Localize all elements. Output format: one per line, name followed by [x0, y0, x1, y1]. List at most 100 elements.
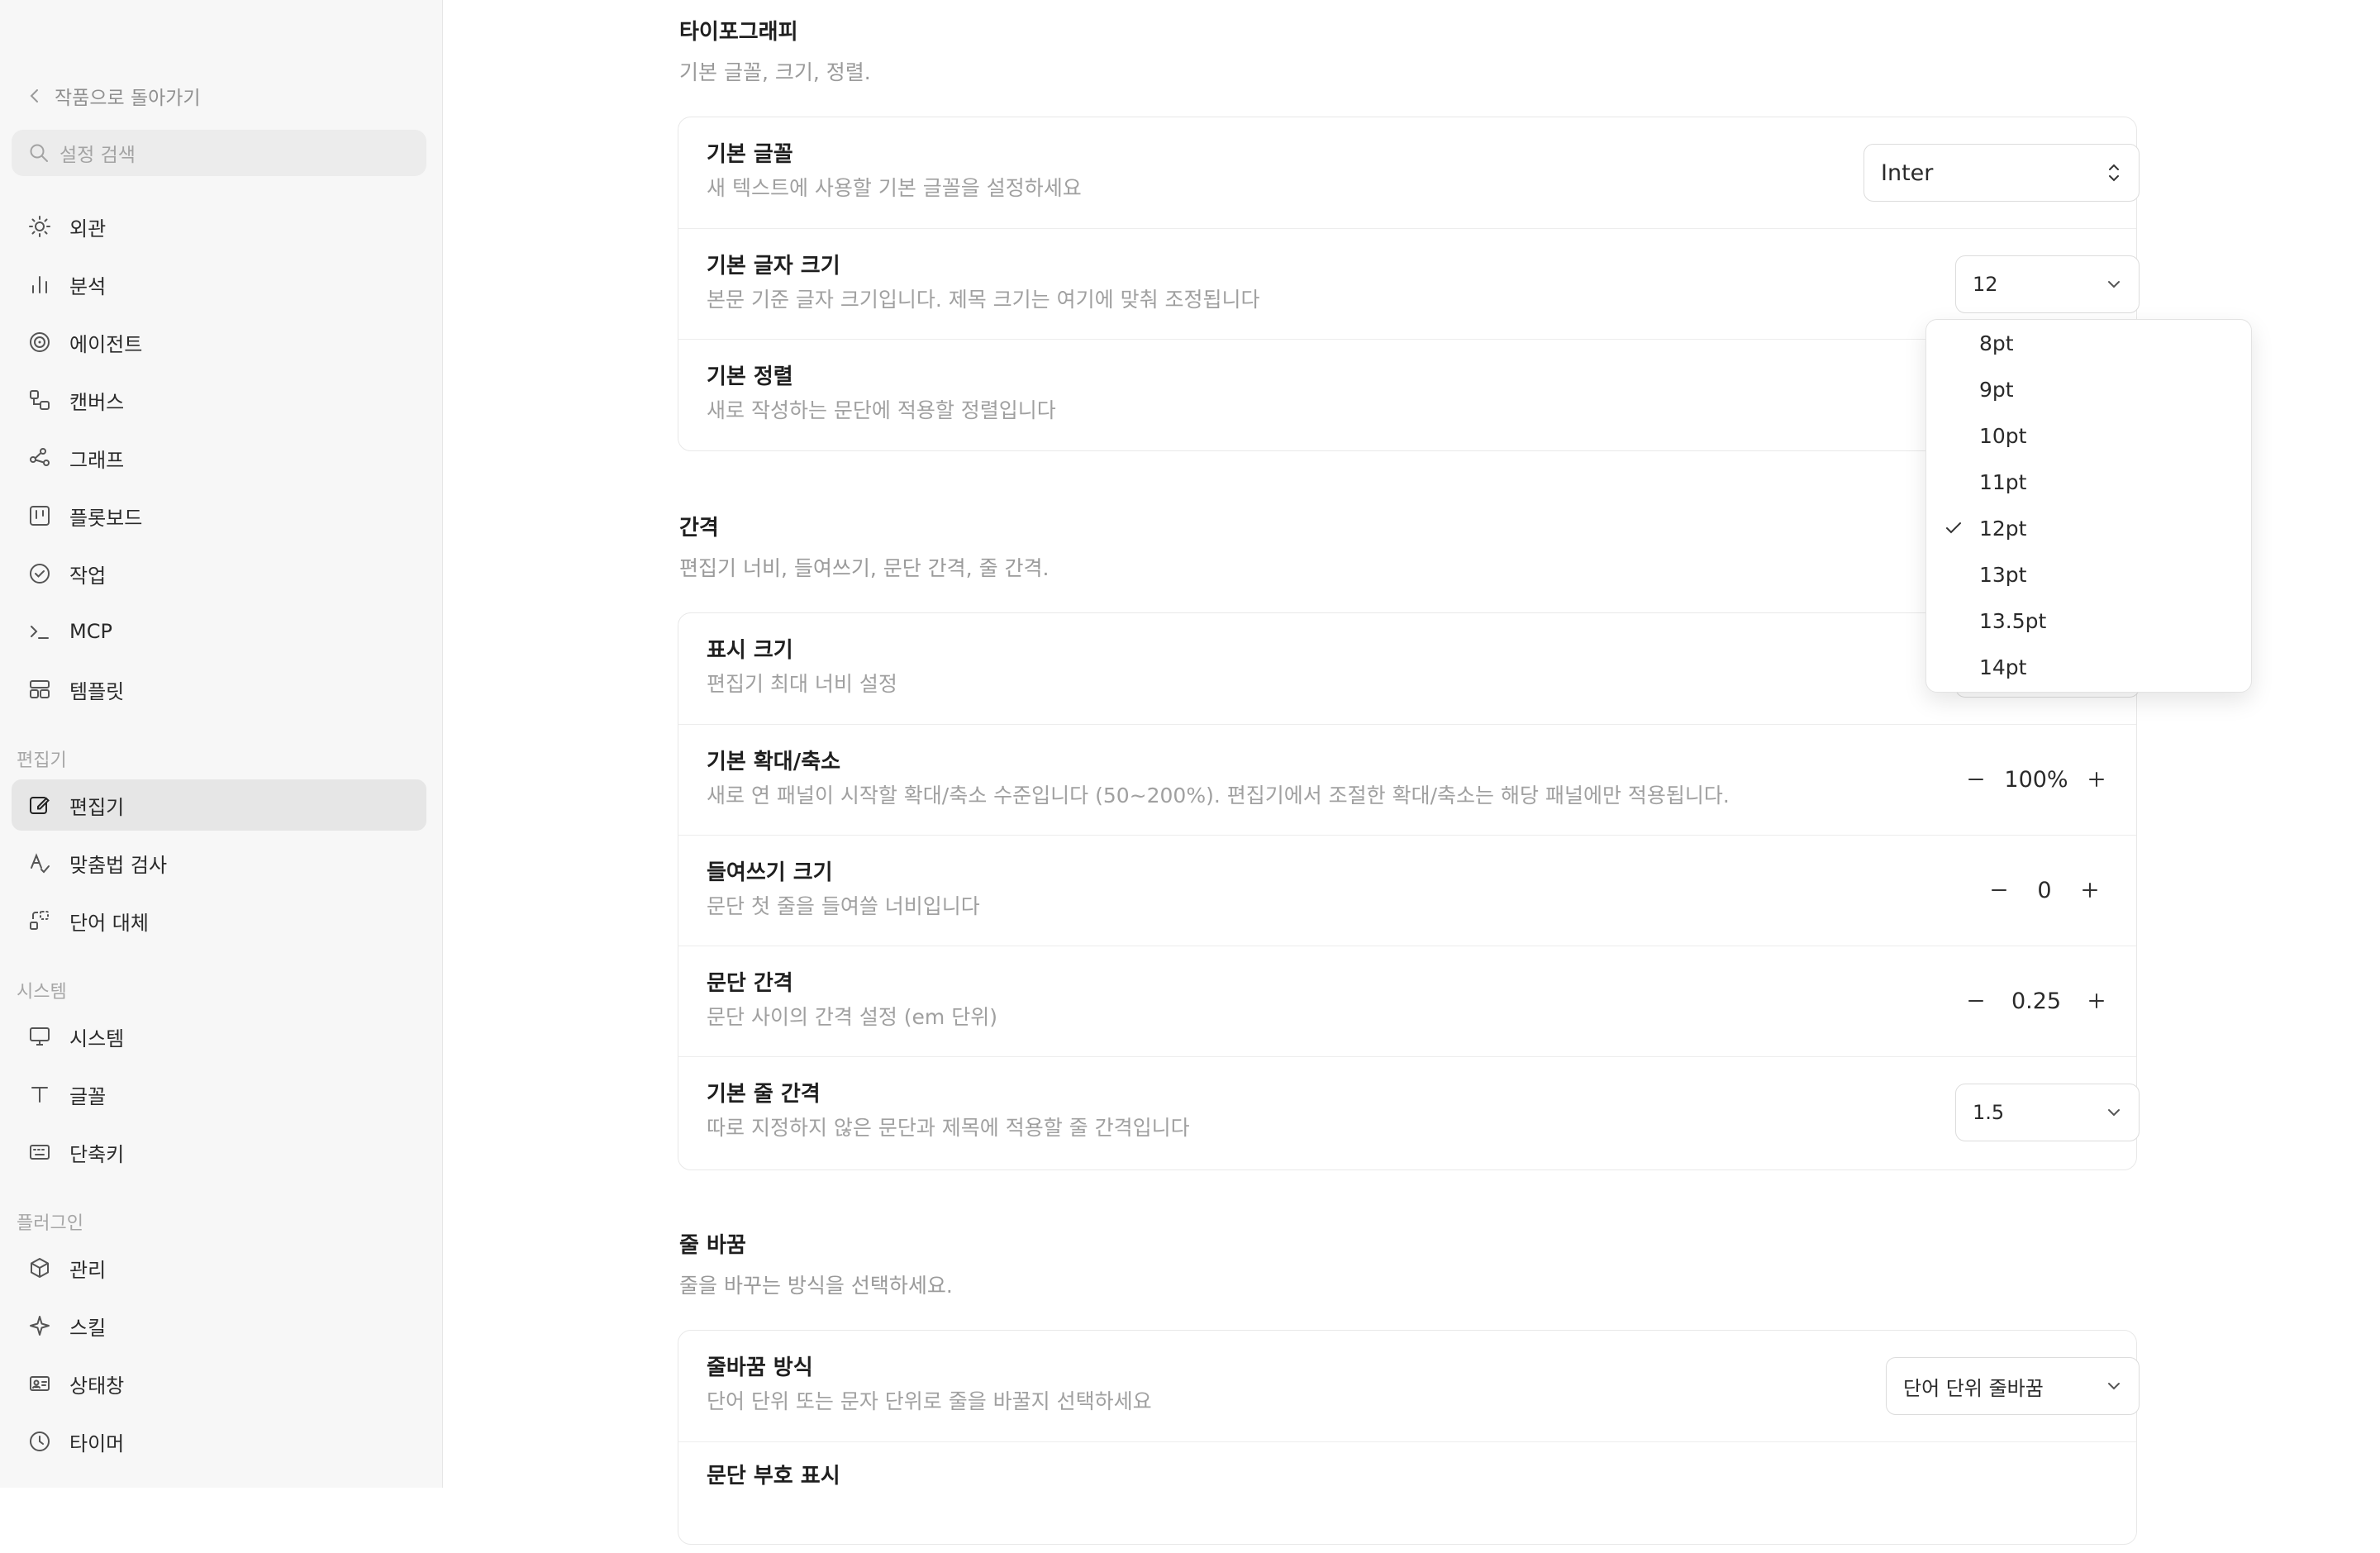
option-label: 12pt [1979, 516, 2027, 541]
sidebar-item-analytics[interactable]: 분석 [12, 259, 426, 310]
minus-icon[interactable] [1959, 984, 1992, 1017]
search-icon [28, 142, 50, 164]
sidebar-item-graph[interactable]: 그래프 [12, 432, 426, 484]
settings-sidebar: 작품으로 돌아가기 설정 검색 외관 분석 에이전트 캔버스 그래프 플롯보드 … [0, 0, 443, 1488]
wrap-mode-select-value: 단어 단위 줄바꿈 [1903, 1376, 2044, 1400]
sidebar-item-spellcheck[interactable]: 맞춤법 검사 [12, 837, 426, 888]
sidebar-item-editor[interactable]: 편집기 [12, 779, 426, 831]
sidebar-item-label: 외관 [69, 217, 107, 241]
sidebar-item-label: 분석 [69, 274, 107, 298]
monitor-icon [26, 1023, 53, 1050]
dropdown-option[interactable]: 8pt [1926, 320, 2251, 366]
sidebar-item-label: 시스템 [69, 1027, 125, 1050]
sidebar-item-manage[interactable]: 관리 [12, 1242, 426, 1293]
setting-title: 문단 부호 표시 [707, 1464, 840, 1489]
setting-row-indent: 들여쓰기 크기 문단 첫 줄을 들여쓸 너비입니다 0 [678, 835, 2136, 946]
option-label: 9pt [1979, 377, 2014, 402]
sidebar-item-shortcuts[interactable]: 단축키 [12, 1127, 426, 1178]
spiral-icon [26, 329, 53, 355]
sidebar-item-statusbar[interactable]: 상태창 [12, 1358, 426, 1409]
sidebar-item-label: 캔버스 [69, 390, 125, 414]
graph-icon [26, 445, 53, 471]
board-icon [26, 503, 53, 529]
section-desc-spacing: 편집기 너비, 들여쓰기, 문단 간격, 줄 간격. [679, 556, 1050, 580]
dropdown-option[interactable]: 13.5pt [1926, 598, 2251, 644]
font-select[interactable]: Inter [1864, 144, 2140, 202]
setting-title: 표시 크기 [707, 638, 793, 663]
dropdown-option[interactable]: 10pt [1926, 412, 2251, 459]
clock-icon [26, 1428, 53, 1455]
type-icon [26, 1081, 53, 1108]
sidebar-item-skills[interactable]: 스킬 [12, 1300, 426, 1351]
settings-search-input[interactable]: 설정 검색 [12, 130, 426, 176]
setting-desc: 새로 연 패널이 시작할 확대/축소 수준입니다 (50~200%). 편집기에… [707, 784, 1730, 807]
sidebar-item-plotboard[interactable]: 플롯보드 [12, 490, 426, 541]
setting-row-default-font: 기본 글꼴 새 텍스트에 사용할 기본 글꼴을 설정하세요 Inter [678, 117, 2140, 228]
typography-card: 기본 글꼴 새 텍스트에 사용할 기본 글꼴을 설정하세요 Inter 기본 글… [678, 117, 2140, 451]
setting-desc: 문단 사이의 간격 설정 (em 단위) [707, 1005, 997, 1029]
setting-row-wrap-mode: 줄바꿈 방식 단어 단위 또는 문자 단위로 줄을 바꿀지 선택하세요 단어 단… [678, 1331, 2140, 1441]
setting-desc: 단어 단위 또는 문자 단위로 줄을 바꿀지 선택하세요 [707, 1389, 1152, 1413]
setting-title: 기본 정렬 [707, 364, 793, 389]
chevron-down-icon [2106, 1107, 2122, 1118]
dropdown-option-selected[interactable]: 12pt [1926, 505, 2251, 551]
line-spacing-select[interactable]: 1.5 [1955, 1084, 2140, 1141]
search-placeholder: 설정 검색 [60, 145, 136, 166]
sidebar-item-label: 템플릿 [69, 679, 125, 703]
wrap-mode-select[interactable]: 단어 단위 줄바꿈 [1886, 1357, 2140, 1415]
line-spacing-select-value: 1.5 [1973, 1101, 2005, 1124]
minus-icon[interactable] [1983, 874, 2016, 907]
sidebar-item-label: 스킬 [69, 1316, 107, 1340]
sidebar-item-canvas[interactable]: 캔버스 [12, 374, 426, 426]
chevron-down-icon [2106, 279, 2122, 290]
section-label-editor: 편집기 [17, 750, 67, 771]
font-select-value: Inter [1881, 160, 1934, 186]
plus-icon[interactable] [2073, 874, 2106, 907]
sidebar-item-mcp[interactable]: MCP [12, 606, 426, 657]
setting-desc: 문단 첫 줄을 들여쓸 너비입니다 [707, 894, 980, 918]
sidebar-item-templates[interactable]: 템플릿 [12, 664, 426, 715]
sparkle-icon [26, 1312, 53, 1339]
sidebar-item-label: 맞춤법 검사 [69, 853, 168, 877]
dropdown-option[interactable]: 14pt [1926, 644, 2251, 690]
checkmark-icon [1926, 517, 1981, 539]
section-title-typography: 타이포그래피 [679, 20, 798, 45]
dropdown-option[interactable]: 11pt [1926, 459, 2251, 505]
zoom-value: 100% [2004, 766, 2068, 793]
sidebar-item-label: 그래프 [69, 448, 125, 472]
back-label: 작품으로 돌아가기 [55, 88, 201, 109]
section-label-plugins: 플러그인 [17, 1213, 83, 1234]
plus-icon[interactable] [2080, 984, 2113, 1017]
sidebar-item-label: 편집기 [69, 795, 125, 819]
sidebar-item-appearance[interactable]: 외관 [12, 201, 426, 252]
canvas-icon [26, 387, 53, 413]
dropdown-option[interactable]: 13pt [1926, 551, 2251, 598]
sidebar-item-label: 타이머 [69, 1432, 125, 1455]
sidebar-item-word-replace[interactable]: 단어 대체 [12, 895, 426, 946]
minus-icon[interactable] [1959, 763, 1992, 796]
setting-row-font-size: 기본 글자 크기 본문 기준 글자 크기입니다. 제목 크기는 여기에 맞춰 조… [678, 228, 2140, 340]
section-label-system: 시스템 [17, 982, 67, 1003]
setting-title: 들여쓰기 크기 [707, 860, 833, 885]
setting-row-paragraph-spacing: 문단 간격 문단 사이의 간격 설정 (em 단위) 0.25 [678, 946, 2136, 1057]
plus-icon[interactable] [2080, 763, 2113, 796]
sidebar-item-agent[interactable]: 에이전트 [12, 317, 426, 368]
sidebar-item-fonts[interactable]: 글꼴 [12, 1069, 426, 1120]
option-label: 11pt [1979, 469, 2027, 494]
sidebar-item-tasks[interactable]: 작업 [12, 548, 426, 599]
setting-row-alignment: 기본 정렬 새로 작성하는 문단에 적용할 정렬입니다 [678, 339, 2140, 450]
setting-title: 기본 줄 간격 [707, 1082, 821, 1107]
setting-desc: 편집기 최대 너비 설정 [707, 672, 897, 696]
sidebar-item-label: 작업 [69, 564, 107, 588]
back-to-work-link[interactable]: 작품으로 돌아가기 [28, 83, 201, 109]
setting-desc: 새로 작성하는 문단에 적용할 정렬입니다 [707, 398, 1056, 422]
option-label: 13.5pt [1979, 608, 2047, 633]
keyboard-icon [26, 1139, 53, 1165]
sidebar-item-system[interactable]: 시스템 [12, 1011, 426, 1062]
font-size-select[interactable]: 12 [1955, 255, 2140, 313]
sun-icon [26, 213, 53, 240]
spacing-card: 표시 크기 편집기 최대 너비 설정 기본 확대/축소 새로 연 패널이 시작할… [678, 612, 2140, 1170]
dropdown-option[interactable]: 9pt [1926, 366, 2251, 412]
sidebar-item-timer[interactable]: 타이머 [12, 1416, 426, 1467]
sidebar-item-label: 관리 [69, 1258, 107, 1282]
